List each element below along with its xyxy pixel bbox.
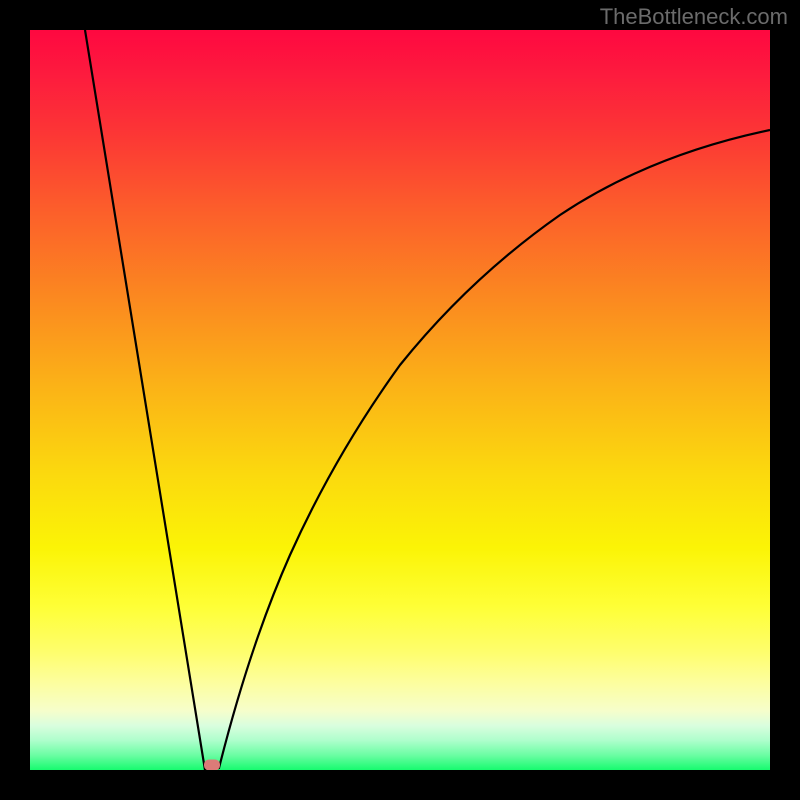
curve-lines bbox=[30, 30, 770, 770]
plot-area bbox=[30, 30, 770, 770]
bottleneck-curve bbox=[85, 30, 770, 770]
watermark-text: TheBottleneck.com bbox=[600, 4, 788, 30]
optimal-marker bbox=[204, 760, 220, 771]
